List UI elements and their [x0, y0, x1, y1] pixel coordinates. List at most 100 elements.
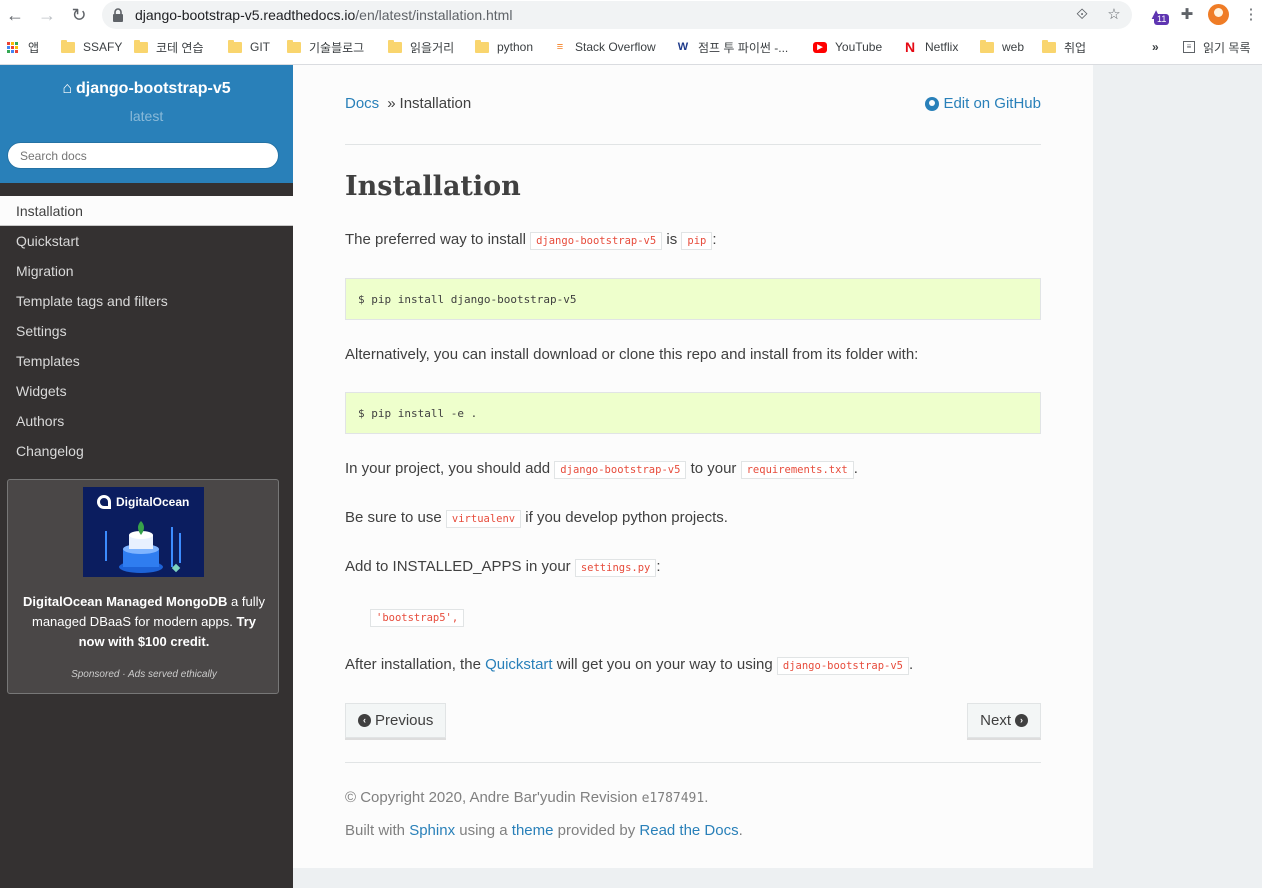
revision-hash: e1787491 — [641, 791, 705, 806]
paragraph-virtualenv: Be sure to use virtualenv if you develop… — [345, 509, 728, 528]
bookmark-git[interactable]: GIT — [228, 38, 270, 56]
sidebar-menu: Installation Quickstart Migration Templa… — [0, 196, 293, 466]
edit-on-github-link[interactable]: Edit on GitHub — [925, 95, 1041, 112]
sidebar-item-installation[interactable]: Installation — [0, 196, 293, 226]
paragraph-install-intro: The preferred way to install django-boot… — [345, 231, 717, 250]
inline-code: virtualenv — [445, 510, 522, 528]
inline-code: settings.py — [574, 559, 657, 577]
forward-arrow-icon[interactable]: → — [35, 3, 59, 27]
divider — [345, 144, 1041, 145]
home-icon: ⌂ — [62, 80, 72, 97]
inline-code: django-bootstrap-v5 — [776, 657, 909, 675]
star-bookmark-icon[interactable]: ☆ — [1104, 5, 1124, 25]
sphinx-link[interactable]: Sphinx — [409, 822, 455, 839]
previous-button[interactable]: ‹ Previous — [345, 703, 447, 738]
paragraph-after-install: After installation, the Quickstart will … — [345, 656, 914, 675]
page-title: Installation — [345, 171, 521, 202]
bookmark-tech-blog[interactable]: 기술블로그 — [287, 38, 364, 56]
bookmark-youtube[interactable]: ▶ YouTube — [813, 38, 882, 56]
bookmark-netflix[interactable]: N Netflix — [903, 38, 958, 56]
reading-list-icon: ≡ — [1183, 41, 1195, 53]
docs-sidebar: ⌂django-bootstrap-v5 latest Installation… — [0, 65, 293, 888]
reading-list-button[interactable]: ≡ 읽기 목록 — [1183, 38, 1251, 56]
digitalocean-icon — [97, 495, 111, 509]
quickstart-link[interactable]: Quickstart — [485, 656, 553, 673]
bookmark-web[interactable]: web — [980, 38, 1024, 56]
folder-icon — [388, 39, 402, 53]
translate-icon[interactable]: ⟐ — [1072, 5, 1092, 25]
docs-content: Docs» Installation Edit on GitHub Install… — [293, 65, 1093, 868]
inline-code: 'bootstrap5', — [370, 609, 465, 627]
paragraph-requirements: In your project, you should add django-b… — [345, 460, 858, 479]
snippet-bootstrap5: 'bootstrap5', — [370, 608, 465, 627]
wikidocs-icon: W — [677, 41, 689, 53]
digitalocean-logo: DigitalOcean — [97, 495, 189, 509]
bookmark-ssafy[interactable]: SSAFY — [61, 38, 122, 56]
extension-badge: 11 — [1154, 14, 1170, 25]
browser-chrome: ← → ↻ django-bootstrap-v5.readthedocs.io… — [0, 0, 1262, 65]
profile-avatar[interactable] — [1208, 4, 1229, 25]
database-illustration-icon — [105, 521, 181, 573]
sidebar-item-template-tags[interactable]: Template tags and filters — [0, 286, 293, 316]
code-block-pip-install[interactable]: $ pip install django-bootstrap-v5 — [345, 278, 1041, 320]
ad-image[interactable]: DigitalOcean — [83, 487, 204, 577]
built-with-line: Built with Sphinx using a theme provided… — [345, 822, 743, 839]
folder-icon — [980, 39, 994, 53]
next-button[interactable]: Next › — [967, 703, 1041, 738]
divider — [345, 762, 1041, 763]
sidebar-header: ⌂ django-bootstrap-v5 latest — [0, 65, 293, 183]
bookmark-apps[interactable]: 앱 — [7, 38, 39, 56]
breadcrumb-current: Installation — [399, 95, 472, 112]
bookmark-python[interactable]: python — [475, 38, 533, 56]
puzzle-extensions-icon[interactable]: ✚ — [1176, 4, 1198, 26]
breadcrumb: Docs» Installation — [345, 95, 472, 112]
version-label: latest — [129, 108, 164, 124]
sponsored-ad[interactable]: DigitalOcean DigitalOcean Managed MongoD… — [7, 479, 279, 694]
bookmark-job[interactable]: 취업 — [1042, 38, 1086, 56]
folder-icon — [475, 39, 489, 53]
inline-code: django-bootstrap-v5 — [530, 232, 663, 250]
code-block-pip-install-local[interactable]: $ pip install -e . — [345, 392, 1041, 434]
more-menu-icon[interactable]: ⋮ — [1240, 4, 1262, 26]
more-bookmarks-button[interactable]: » — [1152, 38, 1159, 56]
bookmark-reading[interactable]: 읽을거리 — [388, 38, 454, 56]
ad-text[interactable]: DigitalOcean Managed MongoDB a fully man… — [18, 592, 270, 652]
sidebar-item-quickstart[interactable]: Quickstart — [0, 226, 293, 256]
sidebar-item-migration[interactable]: Migration — [0, 256, 293, 286]
folder-icon — [134, 39, 148, 53]
inline-code: pip — [681, 232, 713, 250]
bookmark-stackoverflow[interactable]: ≡ Stack Overflow — [553, 38, 656, 56]
apps-grid-icon — [7, 41, 18, 53]
folder-icon — [287, 39, 301, 53]
sidebar-item-settings[interactable]: Settings — [0, 316, 293, 346]
address-bar[interactable]: django-bootstrap-v5.readthedocs.io/en/la… — [102, 1, 1132, 29]
paragraph-alternative: Alternatively, you can install download … — [345, 346, 919, 363]
bookmark-jump-to-python[interactable]: W 점프 투 파이썬 -... — [676, 38, 788, 56]
reload-icon[interactable]: ↻ — [67, 3, 91, 27]
paragraph-installed-apps: Add to INSTALLED_APPS in your settings.p… — [345, 558, 661, 577]
stackoverflow-icon: ≡ — [556, 41, 564, 53]
folder-icon — [61, 39, 75, 53]
sidebar-item-widgets[interactable]: Widgets — [0, 376, 293, 406]
bookmark-coding-test[interactable]: 코테 연습 — [134, 38, 204, 56]
sidebar-item-templates[interactable]: Templates — [0, 346, 293, 376]
lock-icon — [113, 8, 123, 22]
page-background-bottom — [293, 868, 1093, 888]
theme-link[interactable]: theme — [512, 822, 554, 839]
project-home-link[interactable]: ⌂ django-bootstrap-v5 — [0, 80, 293, 98]
bookmarks-bar: 앱 SSAFY 코테 연습 GIT 기술블로그 읽을거리 python ≡ Sta… — [0, 34, 1262, 58]
github-icon — [925, 96, 940, 111]
page-background-right — [1093, 65, 1262, 888]
breadcrumb-docs-link[interactable]: Docs — [345, 95, 379, 112]
copyright-line: © Copyright 2020, Andre Bar'yudin Revisi… — [345, 789, 709, 806]
sidebar-item-changelog[interactable]: Changelog — [0, 436, 293, 466]
arrow-left-circle-icon: ‹ — [358, 714, 371, 727]
back-arrow-icon[interactable]: ← — [3, 3, 27, 27]
folder-icon — [1042, 39, 1056, 53]
search-docs-input[interactable] — [7, 142, 279, 169]
ad-sponsor-note[interactable]: Sponsored · Ads served ethically — [8, 669, 280, 680]
read-the-docs-link[interactable]: Read the Docs — [639, 822, 738, 839]
inline-code: django-bootstrap-v5 — [554, 461, 687, 479]
sidebar-item-authors[interactable]: Authors — [0, 406, 293, 436]
url-text: django-bootstrap-v5.readthedocs.io/en/la… — [135, 7, 513, 23]
